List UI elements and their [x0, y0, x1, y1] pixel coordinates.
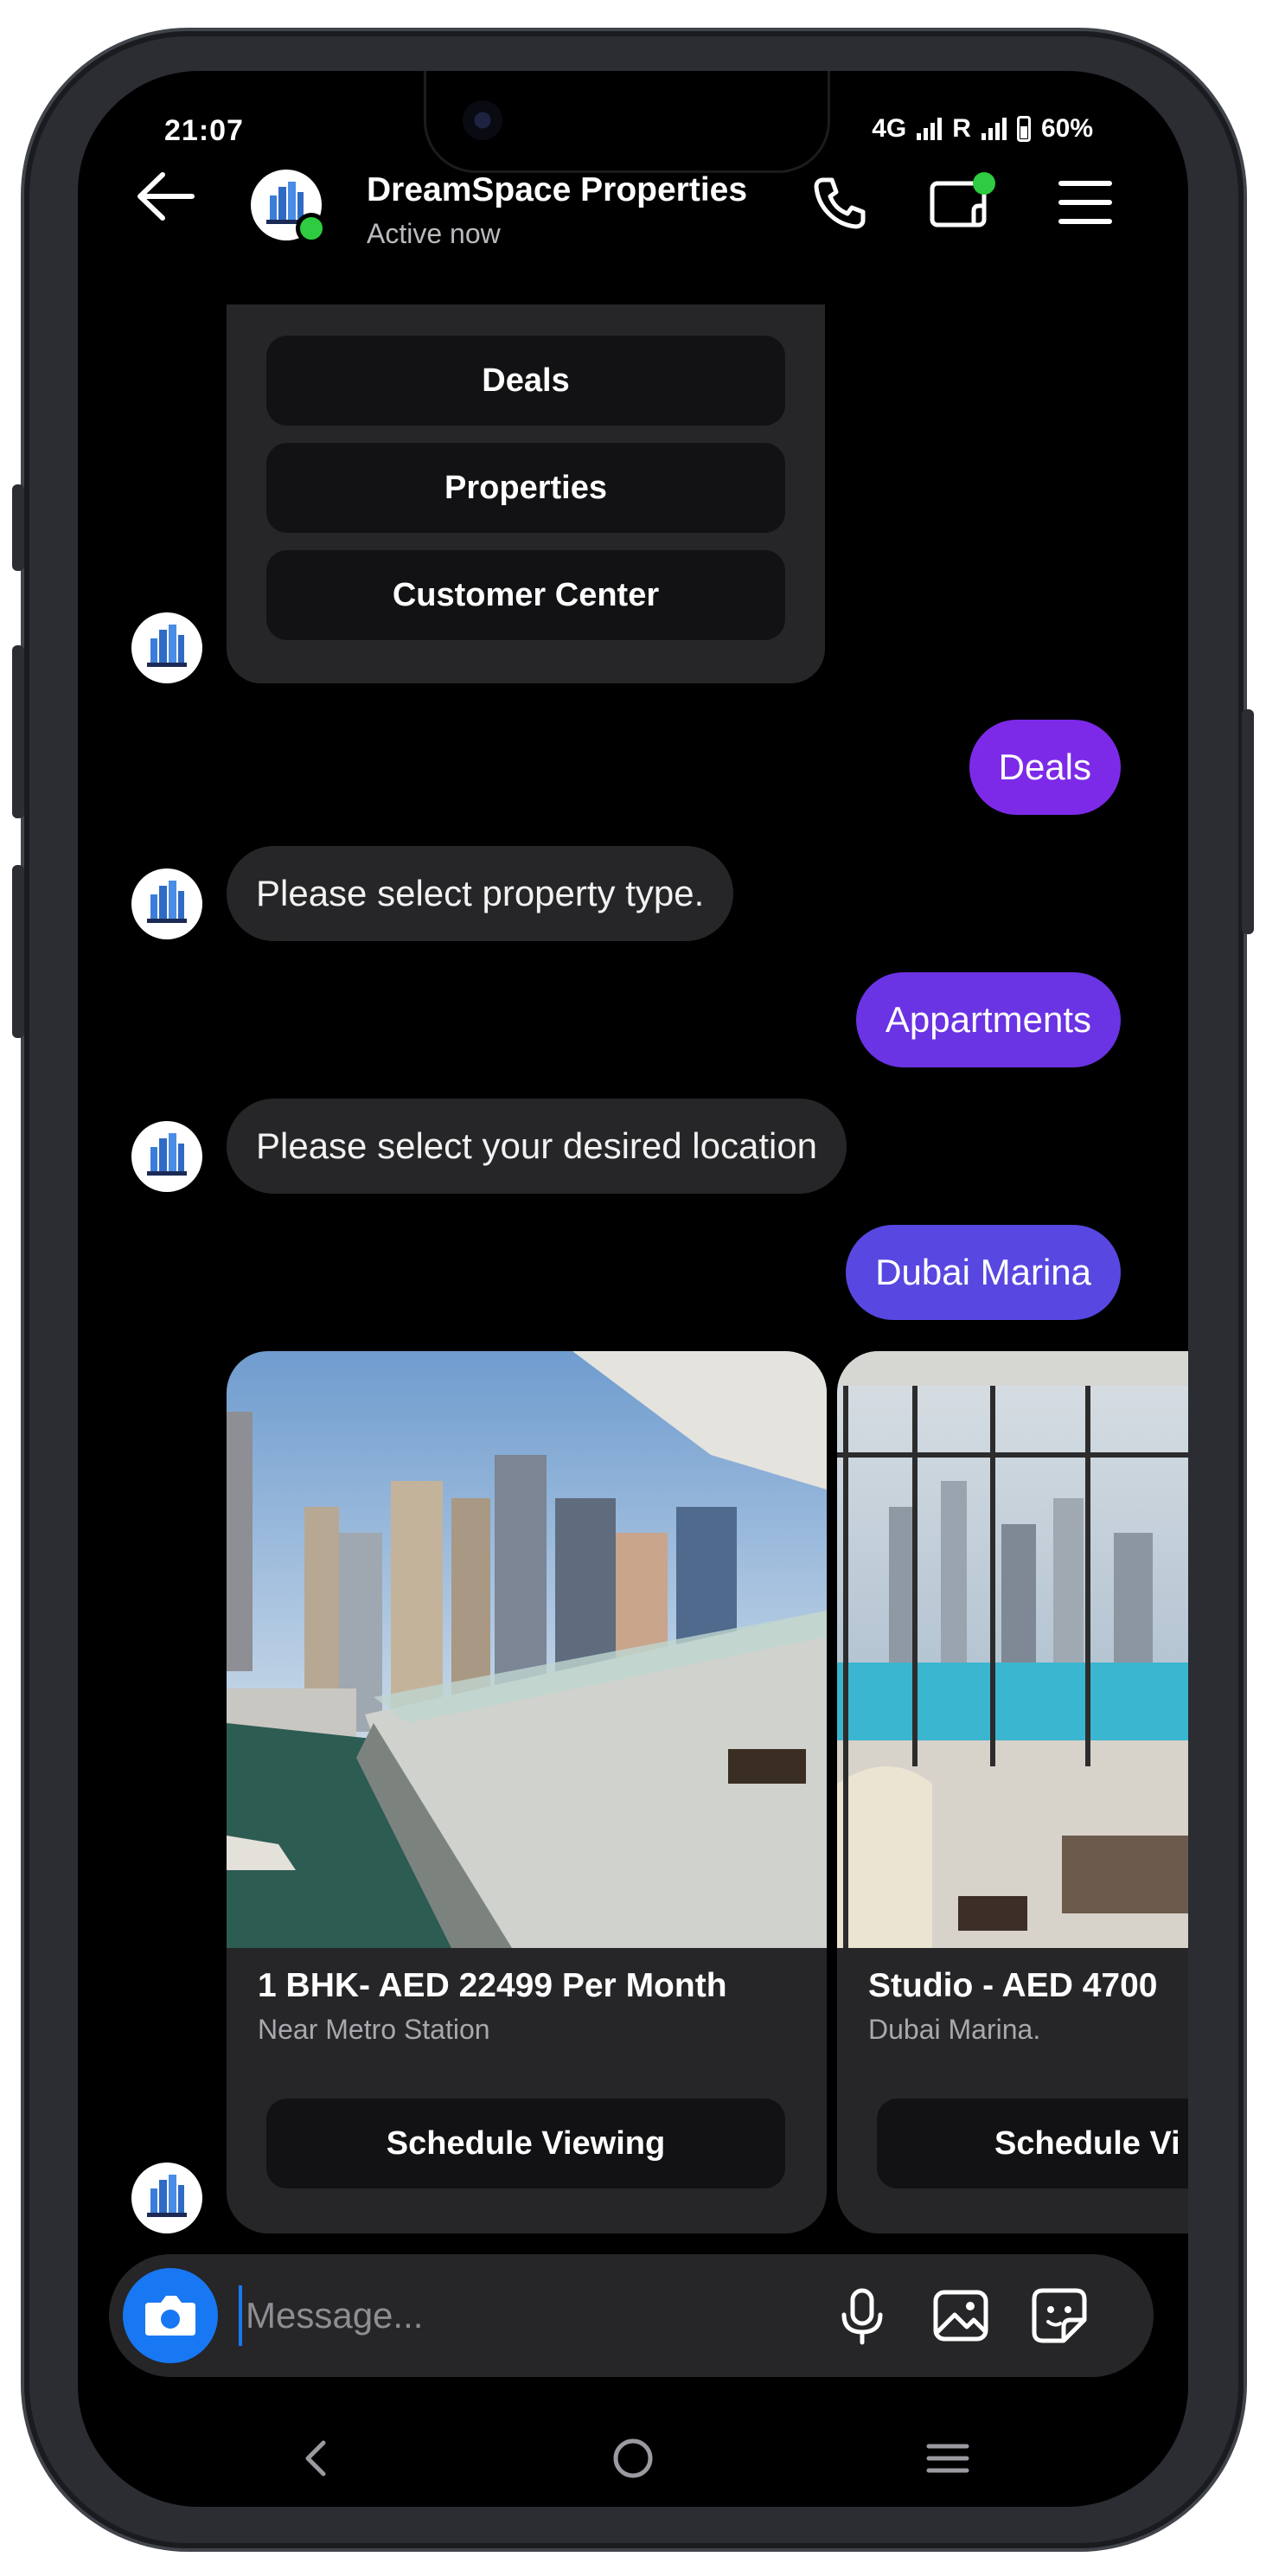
property-photo — [837, 1351, 1188, 1948]
contact-name[interactable]: DreamSpace Properties — [367, 171, 747, 209]
side-button — [12, 484, 24, 571]
back-arrow-icon[interactable] — [131, 166, 201, 227]
video-call-button[interactable] — [925, 168, 1003, 237]
home-nav-icon[interactable] — [598, 2424, 668, 2493]
gallery-icon[interactable] — [925, 2280, 996, 2351]
bot-avatar — [131, 868, 202, 939]
system-nav-bar — [78, 2406, 1188, 2502]
incoming-message[interactable]: Please select your desired location — [227, 1099, 847, 1194]
menu-icon[interactable] — [1051, 168, 1120, 237]
side-button — [12, 645, 24, 818]
property-card[interactable]: 1 BHK- AED 22499 Per Month Near Metro St… — [227, 1351, 827, 2233]
building-logo-icon — [147, 2175, 187, 2217]
back-nav-icon[interactable] — [282, 2424, 351, 2493]
property-card[interactable]: Studio - AED 4700 Dubai Marina. Schedule… — [837, 1351, 1188, 2233]
phone-call-icon[interactable] — [804, 168, 873, 237]
message-input[interactable] — [239, 2285, 723, 2346]
bot-avatar — [131, 612, 202, 683]
building-logo-icon — [147, 1133, 187, 1176]
outgoing-message[interactable]: Deals — [969, 720, 1121, 815]
active-status: Active now — [367, 218, 501, 249]
side-button — [1242, 709, 1254, 934]
message-composer — [109, 2254, 1154, 2377]
quick-reply-deals[interactable]: Deals — [266, 336, 785, 426]
outgoing-message[interactable]: Appartments — [855, 972, 1121, 1067]
camera-icon — [145, 2296, 195, 2336]
property-title: Studio - AED 4700 — [868, 1967, 1158, 2004]
incoming-message[interactable]: Please select property type. — [227, 846, 734, 941]
microphone-icon[interactable] — [827, 2280, 898, 2351]
side-button — [12, 865, 24, 1038]
property-photo — [227, 1351, 827, 1948]
property-subtitle: Near Metro Station — [258, 2014, 490, 2045]
schedule-viewing-button[interactable]: Schedule Vi — [877, 2099, 1188, 2188]
video-call-icon — [930, 172, 995, 227]
quick-reply-customer-center[interactable]: Customer Center — [266, 550, 785, 640]
sticker-icon[interactable] — [1024, 2280, 1095, 2351]
building-logo-icon — [147, 881, 187, 923]
building-logo-icon — [147, 625, 187, 667]
outgoing-message[interactable]: Dubai Marina — [846, 1225, 1121, 1320]
recents-nav-icon[interactable] — [913, 2424, 982, 2493]
bot-avatar — [131, 1121, 202, 1192]
online-indicator — [296, 213, 327, 244]
property-title: 1 BHK- AED 22499 Per Month — [258, 1967, 727, 2004]
screen: 21:07 4G R 60% DreamSpace Properties Act… — [78, 71, 1188, 2507]
quick-reply-card: Deals Properties Customer Center — [227, 304, 825, 683]
schedule-viewing-button[interactable]: Schedule Viewing — [266, 2099, 785, 2188]
property-subtitle: Dubai Marina. — [868, 2014, 1041, 2045]
chat-header: DreamSpace Properties Active now — [78, 131, 1188, 261]
bot-avatar — [131, 2163, 202, 2233]
camera-button[interactable] — [123, 2268, 218, 2363]
quick-reply-properties[interactable]: Properties — [266, 443, 785, 533]
